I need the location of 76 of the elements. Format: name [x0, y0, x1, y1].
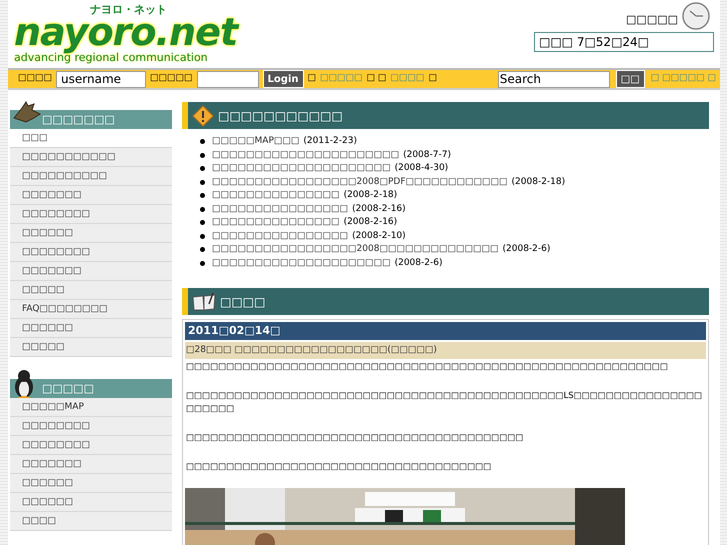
section-title: □□□□ [220, 294, 266, 310]
news-link[interactable]: □□□□□□□□□□□□□□□ [212, 189, 340, 202]
clock-label: □□□□□ [626, 12, 678, 28]
bracket-text: □ [428, 72, 437, 86]
news-link[interactable]: □□□□□□□□□□□□□□□ [212, 216, 340, 230]
bullet-icon [200, 152, 205, 158]
menu-item[interactable]: □□□□□□ [10, 224, 172, 243]
bullet-icon [200, 247, 205, 252]
menu-item[interactable]: □□□□□ [10, 281, 172, 300]
time-field: □□□ 7□52□24□ [534, 32, 714, 52]
news-link[interactable]: □□□□□□□□□□□□□□□□ [212, 230, 348, 243]
entry-title: □28□□□ □□□□□□□□□□□□□□□□□□(□□□□□) [185, 342, 706, 359]
bullet-icon [200, 193, 205, 198]
menu-item[interactable]: □□□□ [10, 512, 172, 531]
bullet-icon [200, 166, 205, 172]
menu-item[interactable]: □□□□□□□□ [10, 205, 172, 224]
news-link[interactable]: □□□□□□□□□□□□□□□□□□□□□□ [212, 148, 400, 162]
news-link[interactable]: □□□□□□□□□□□□□□□□ [212, 202, 348, 216]
username-field[interactable]: username [56, 70, 146, 88]
menu-item[interactable]: □□□□□□ [10, 493, 172, 512]
menu-item[interactable]: □□□□□□□ [10, 186, 172, 205]
bullet-icon [200, 220, 205, 226]
separator-text: □ □ [366, 72, 386, 86]
news-date: (2008-2-6) [394, 256, 442, 270]
menu-item[interactable]: □□□□□MAP [10, 398, 172, 417]
menu-item[interactable]: FAQ□□□□□□□□ [10, 300, 172, 319]
penguin-icon [12, 369, 36, 399]
news-date: (2008-2-6) [502, 243, 550, 256]
news-date: (2008-2-16) [352, 202, 406, 216]
bullet-icon [200, 139, 205, 144]
news-date: (2008-2-18) [512, 176, 566, 188]
menu-item[interactable]: □□□□□□□ [10, 455, 172, 474]
menu-item[interactable]: □□□□□□□ [10, 262, 172, 281]
news-date: (2008-2-18) [344, 189, 398, 202]
password-label: □□□□□ [150, 72, 193, 86]
news-date: (2008-2-16) [344, 216, 398, 229]
menu-title: □□□□□ [42, 381, 94, 397]
logo-kana: ナヨロ・ネット [90, 2, 167, 18]
news-link[interactable]: □□□□□MAP□□□ [212, 135, 300, 148]
news-date: (2008-4-30) [394, 162, 448, 175]
news-link[interactable]: □□□□□□□□□□□□□□□□□2008□PDF□□□□□□□□□□□□ [212, 176, 508, 189]
menu-item[interactable]: □□□□□□□□ [10, 417, 172, 436]
diary-paragraph: □□□□□□□□□□□□□□□□□□□□□□□□□□□□□□□□□□□□□□ [185, 461, 492, 474]
news-date: (2008-7-7) [403, 148, 451, 162]
menu-item[interactable]: □□□□□□ [10, 474, 172, 493]
diary-paragraph: □□□□□□□□□□□□□□□□□□□□□□□□□□□□□□□□□□□□□□□□□□ [185, 432, 524, 445]
diary-paragraph: □□□□□□□□□□□□□□□□□□□□□□□□□□□□□□□□□□□□□□□□□□□□□□□LS□□□□□□□□□□□□□□□□□□□□□□ [185, 390, 704, 416]
news-link[interactable]: □□□□□□□□□□□□□□□□□2008□□□□□□□□□□□□□□ [212, 243, 499, 256]
search-field[interactable]: Search [498, 70, 610, 88]
bullet-icon [200, 260, 205, 266]
news-link[interactable]: □□□□□□□□□□□□□□□□□□□□□ [212, 256, 391, 270]
bullet-icon [200, 234, 205, 239]
hand-icon [12, 100, 42, 124]
menu-item[interactable]: □□□□□ [10, 338, 172, 357]
menu-item[interactable]: □□□□□□□□ [10, 243, 172, 262]
bullet-icon [200, 206, 205, 212]
warning-icon [192, 104, 214, 126]
news-date: (2011-2-23) [303, 135, 357, 148]
bracket-text: □ [308, 72, 316, 86]
bullet-icon [200, 180, 205, 185]
menu-item[interactable]: □□□□□□ [10, 319, 172, 338]
section-title: □□□□□□□□□□□ [218, 108, 343, 124]
menu-item[interactable]: □□□□□□□□□□ [10, 167, 172, 186]
username-label: □□□□ [18, 72, 52, 86]
menu-item[interactable]: □□□□□□□□□□□ [10, 148, 172, 167]
menu-title: □□□□□□□ [42, 112, 115, 128]
login-button[interactable]: Login [262, 70, 304, 88]
menu-item[interactable]: □□□□□□□□ [10, 436, 172, 455]
search-button[interactable]: □□ [616, 70, 645, 88]
news-link[interactable]: □□□□□□□□□□□□□□□□□□□□□ [212, 162, 391, 176]
book-icon [192, 292, 216, 312]
diary-paragraph: □□□□□□□□□□□□□□□□□□□□□□□□□□□□□□□□□□□□□□□□□□□□□□□□□□□□□□□□□□□□ [185, 361, 669, 374]
clock-icon [682, 2, 710, 30]
diary-date: 2011□02□14□ [185, 322, 706, 340]
password-field[interactable] [196, 70, 259, 88]
news-date: (2008-2-10) [352, 230, 406, 242]
